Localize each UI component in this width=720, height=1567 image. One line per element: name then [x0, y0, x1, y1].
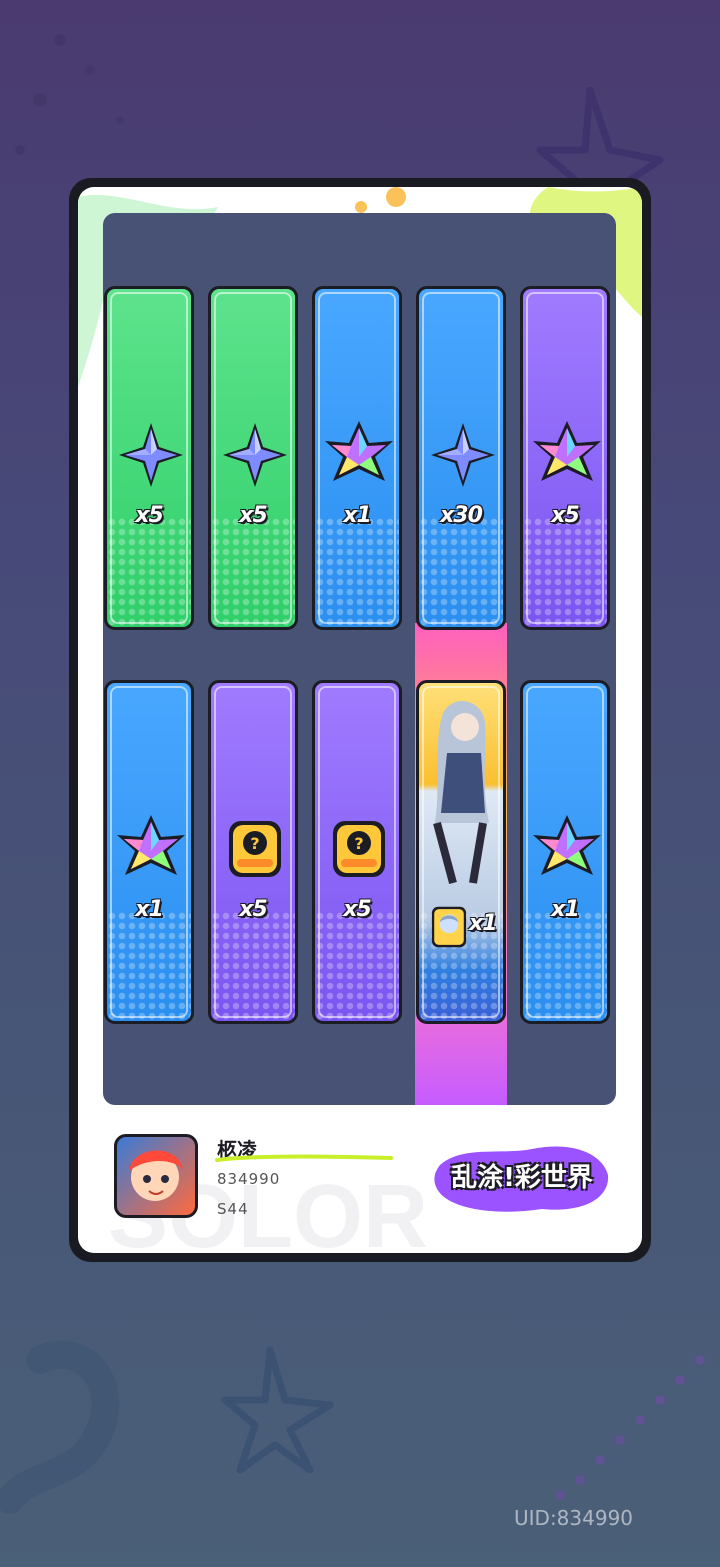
player-id: 834990 — [217, 1170, 281, 1188]
tile-pattern — [107, 517, 191, 627]
rainbow-star-crystal-icon — [115, 813, 187, 885]
reward-quantity: x5 — [551, 503, 580, 528]
tile-pattern — [315, 517, 399, 627]
reward-card[interactable]: x5 — [104, 286, 194, 630]
uid-label: UID:834990 — [514, 1506, 634, 1530]
mystery-ticket-icon: ? — [323, 813, 395, 885]
reward-card[interactable]: x1 — [104, 680, 194, 1024]
mystery-ticket-icon: ? — [219, 813, 291, 885]
rainbow-star-crystal-icon — [323, 419, 395, 491]
player-server: S44 — [217, 1200, 249, 1218]
rainbow-star-crystal-icon — [531, 419, 603, 491]
reward-quantity: x5 — [343, 897, 372, 922]
tile-pattern — [419, 517, 503, 627]
tile-pattern — [211, 911, 295, 1021]
tile-pattern — [523, 911, 607, 1021]
logo-text: 乱涂!彩世界 — [451, 1163, 593, 1193]
reward-card[interactable]: ? x5 — [208, 680, 298, 1024]
svg-text:?: ? — [250, 834, 259, 853]
reward-quantity: x5 — [239, 897, 268, 922]
name-underline-decoration — [215, 1154, 393, 1162]
player-avatar[interactable] — [114, 1134, 198, 1218]
reward-quantity: x1 — [135, 897, 164, 922]
tile-pattern — [315, 911, 399, 1021]
reward-card[interactable]: x1 — [520, 680, 610, 1024]
blue-star-crystal-icon — [115, 419, 187, 491]
svg-text:?: ? — [354, 834, 363, 853]
game-logo: 乱涂!彩世界 — [432, 1135, 612, 1219]
blue-star-crystal-icon — [219, 419, 291, 491]
reward-quantity: x30 — [440, 503, 483, 528]
reward-card[interactable]: ? x5 — [312, 680, 402, 1024]
reward-card[interactable]: x1 — [312, 286, 402, 630]
tile-pattern — [107, 911, 191, 1021]
tile-pattern — [211, 517, 295, 627]
tile-pattern — [523, 517, 607, 627]
reward-quantity: x1 — [469, 911, 497, 936]
reward-quantity: x1 — [551, 897, 580, 922]
reward-quantity: x5 — [239, 503, 268, 528]
blue-star-crystal-icon — [427, 419, 499, 491]
rainbow-star-crystal-icon — [531, 813, 603, 885]
reward-card[interactable]: x30 — [416, 286, 506, 630]
avatar-character-icon — [129, 1150, 183, 1201]
reward-card[interactable]: x5 — [208, 286, 298, 630]
reward-card[interactable]: x1 — [416, 680, 506, 1024]
reward-card[interactable]: x5 — [520, 286, 610, 630]
character-art — [423, 693, 499, 893]
reward-quantity: x1 — [343, 503, 372, 528]
reward-quantity: x5 — [135, 503, 164, 528]
